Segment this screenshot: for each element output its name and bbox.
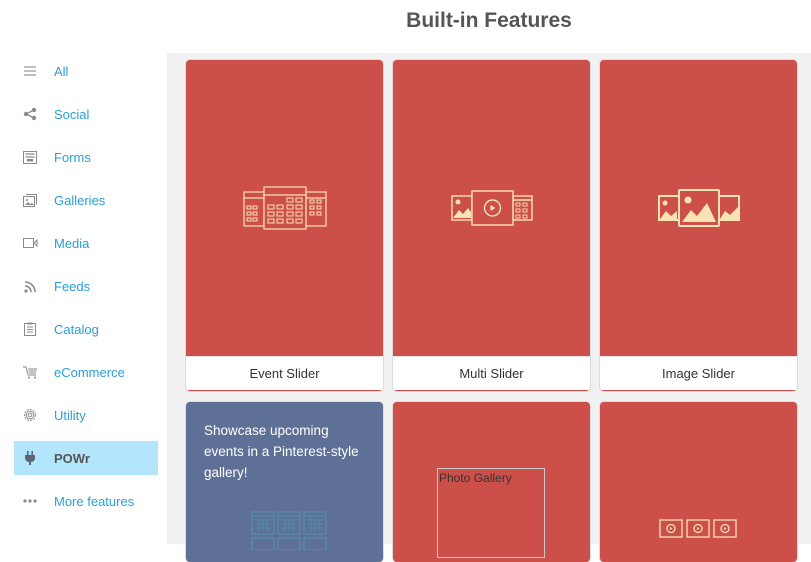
feature-card-image-slider[interactable]: Image Slider — [600, 60, 797, 391]
sidebar-item-label: Feeds — [54, 278, 91, 294]
sidebar-item-all[interactable]: All — [14, 54, 158, 88]
cart-icon — [22, 364, 38, 380]
sidebar-item-social[interactable]: Social — [14, 97, 158, 131]
card-title: Event Slider — [186, 356, 383, 390]
sidebar-item-label: Catalog — [54, 321, 99, 337]
sidebar-item-galleries[interactable]: Galleries — [14, 183, 158, 217]
sidebar-item-label: More features — [54, 493, 135, 509]
sidebar-item-label: eCommerce — [54, 364, 125, 380]
calendar-slider-icon — [242, 186, 327, 230]
page-title: Built-in Features — [406, 9, 572, 32]
feature-card-photo-gallery[interactable]: Photo Gallery — [393, 402, 590, 562]
sidebar-item-label: Forms — [54, 149, 91, 165]
sidebar-item-label: Media — [54, 235, 90, 251]
gallery-icon — [22, 192, 38, 208]
calendar-grid-icon — [251, 511, 327, 550]
more-dots-icon — [22, 493, 38, 509]
sidebar-item-ecommerce[interactable]: eCommerce — [14, 355, 158, 389]
sidebar-item-media[interactable]: Media — [14, 226, 158, 260]
sidebar-item-label: All — [54, 63, 69, 79]
sidebar-item-feeds[interactable]: Feeds — [14, 269, 158, 303]
card-description: Showcase upcoming events in a Pinterest-… — [204, 423, 359, 480]
share-icon — [22, 106, 38, 122]
sidebar: All Social Forms Galleries Media Feeds C… — [0, 50, 167, 544]
sidebar-item-label: POWr — [54, 450, 90, 466]
list-icon — [22, 63, 38, 79]
image-placeholder: Photo Gallery — [437, 468, 545, 558]
video-gallery-icon — [659, 519, 737, 538]
card-title: Image Slider — [600, 356, 797, 390]
feature-card-video-gallery[interactable] — [600, 402, 797, 562]
multi-media-slider-icon — [450, 190, 533, 226]
sidebar-item-label: Galleries — [54, 192, 106, 208]
sidebar-item-forms[interactable]: Forms — [14, 140, 158, 174]
feature-card-multi-slider[interactable]: Multi Slider — [393, 60, 590, 391]
features-grid: Event Slider Multi Slider Image Slider S… — [167, 53, 811, 562]
plug-icon — [22, 450, 38, 466]
sidebar-item-label: Social — [54, 106, 90, 122]
card-title: Multi Slider — [393, 356, 590, 390]
gear-icon — [22, 407, 38, 423]
form-icon — [22, 149, 38, 165]
feature-card-event-slider[interactable]: Event Slider — [186, 60, 383, 391]
image-slider-icon — [657, 189, 740, 227]
image-alt-text: Photo Gallery — [439, 471, 512, 485]
sidebar-item-label: Utility — [54, 407, 86, 423]
sidebar-item-powr[interactable]: POWr — [14, 441, 158, 475]
video-camera-icon — [22, 235, 38, 251]
sidebar-item-utility[interactable]: Utility — [14, 398, 158, 432]
sidebar-item-catalog[interactable]: Catalog — [14, 312, 158, 346]
rss-icon — [22, 278, 38, 294]
sidebar-item-more-features[interactable]: More features — [14, 484, 158, 518]
feature-card-event-gallery[interactable]: Showcase upcoming events in a Pinterest-… — [186, 402, 383, 562]
clipboard-icon — [22, 321, 38, 337]
